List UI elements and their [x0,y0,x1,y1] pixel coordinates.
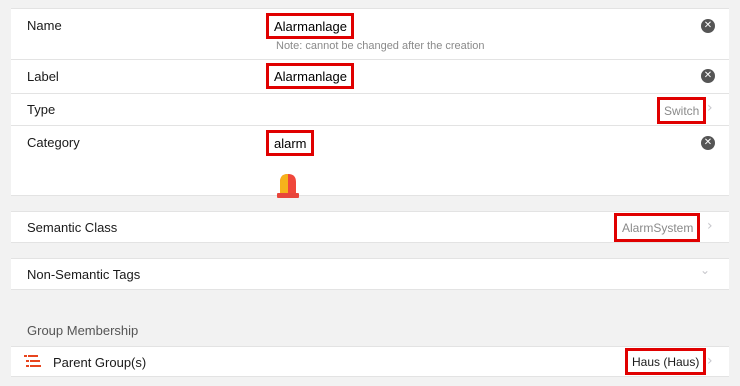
non-semantic-tags-label: Non-Semantic Tags [27,267,141,282]
name-input[interactable]: Alarmanlage [266,13,354,39]
type-label: Type [27,102,56,117]
non-semantic-tags-card[interactable]: Non-Semantic Tags ⌄ [11,258,729,290]
chevron-right-icon: › [707,218,713,234]
item-properties-card: Name Alarmanlage Note: cannot be changed… [11,8,729,198]
chevron-right-icon: › [707,100,713,116]
label-row: Label Alarmanlage ✕ [11,60,729,93]
chevron-down-icon[interactable]: ⌄ [700,263,710,277]
name-note: Note: cannot be changed after the creati… [276,40,485,52]
list-icon [24,355,41,367]
type-row[interactable]: Type Switch › [11,94,729,125]
parent-groups-value[interactable]: Haus (Haus) [625,348,707,375]
category-input[interactable]: alarm [266,130,314,156]
parent-groups-label: Parent Group(s) [53,355,147,370]
category-label: Category [27,135,80,150]
clear-name-icon[interactable]: ✕ [701,19,715,33]
clear-label-icon[interactable]: ✕ [701,69,715,83]
label-input[interactable]: Alarmanlage [266,63,354,89]
category-row: Category alarm ✕ [11,126,729,196]
parent-groups-card[interactable]: Parent Group(s) Haus (Haus) › [11,346,729,377]
name-row: Name Alarmanlage Note: cannot be changed… [11,9,729,59]
semantic-class-card[interactable]: Semantic Class AlarmSystem › [11,211,729,243]
semantic-class-value[interactable]: AlarmSystem [614,213,701,242]
alarm-light-icon [277,174,299,198]
semantic-class-label: Semantic Class [27,220,118,235]
type-value[interactable]: Switch [657,97,707,124]
label-label: Label [27,69,59,84]
name-label: Name [27,18,62,33]
group-membership-title: Group Membership [27,323,139,338]
clear-category-icon[interactable]: ✕ [701,136,715,150]
chevron-right-icon: › [707,353,713,369]
